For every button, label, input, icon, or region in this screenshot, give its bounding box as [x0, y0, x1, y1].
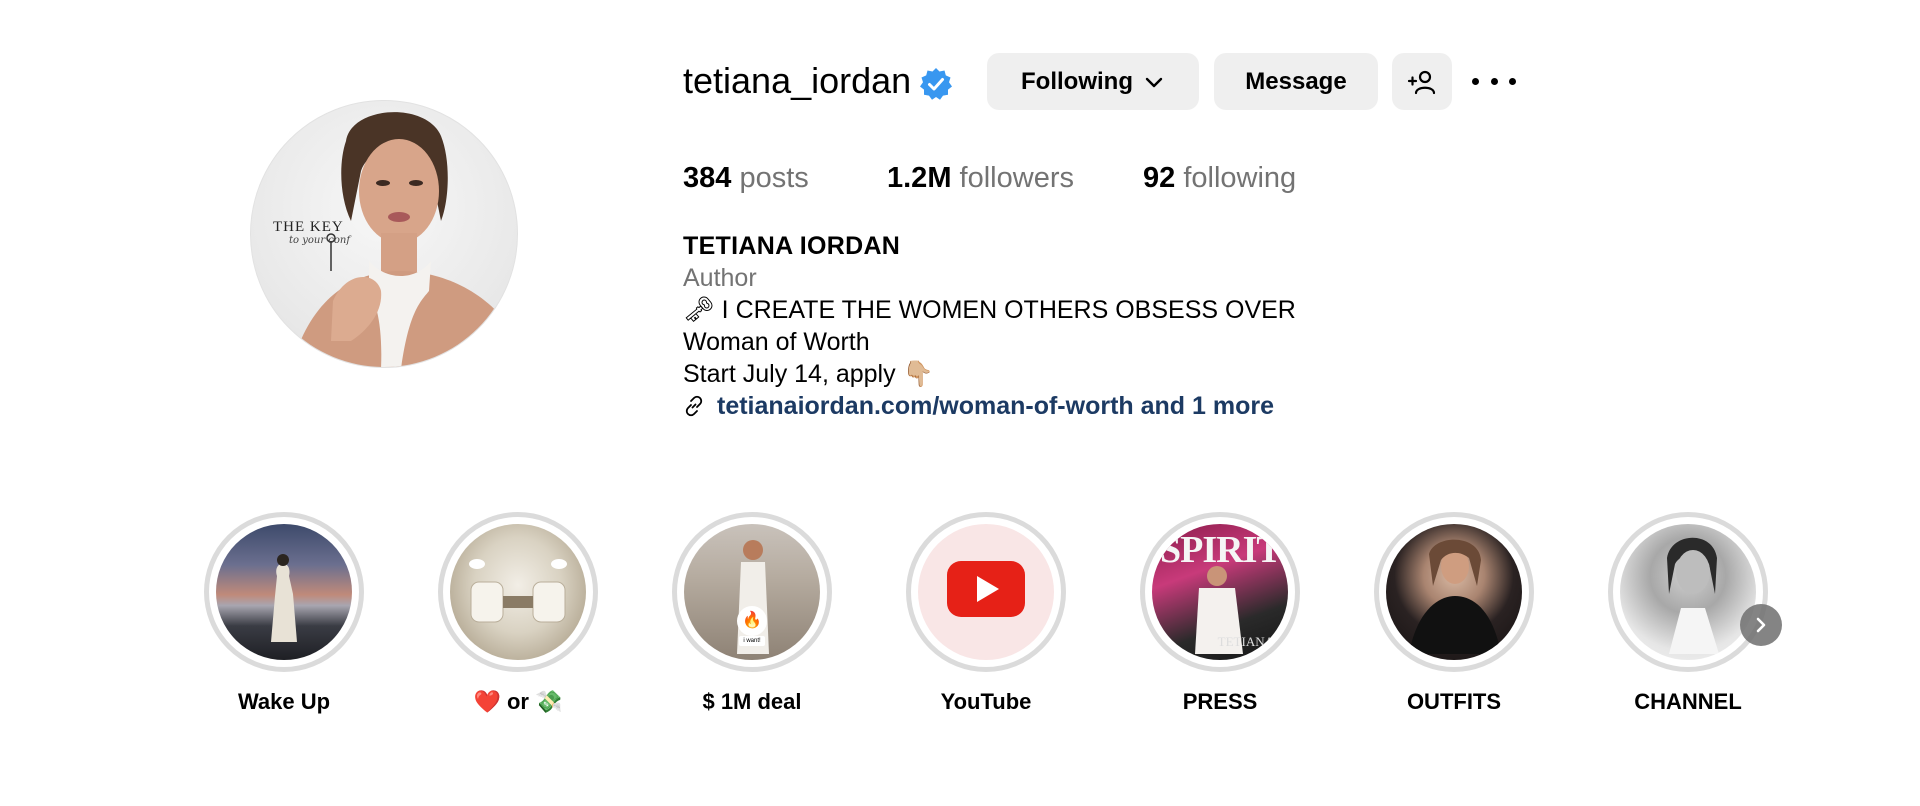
- highlight-cover-image: [216, 524, 352, 660]
- following-stat[interactable]: 92 following: [1143, 160, 1296, 196]
- bw-portrait-image: [1667, 537, 1719, 654]
- woman-in-black-image: [1409, 539, 1501, 654]
- highlight-cover-image: [918, 524, 1054, 660]
- more-dot: [1490, 77, 1498, 85]
- youtube-logo-icon: [947, 561, 1025, 617]
- add-person-icon: [1407, 70, 1436, 94]
- bio-line: Start July 14, apply 👇🏼: [683, 360, 934, 388]
- chevron-down-icon: [1145, 77, 1163, 87]
- profile-page: THE KEY to your conf tetiana_iordan Foll…: [0, 0, 1920, 806]
- highlight-label: OUTFITS: [1406, 689, 1502, 714]
- following-label: following: [1183, 162, 1297, 194]
- username: tetiana_iordan: [683, 60, 912, 101]
- link-icon: [685, 395, 703, 417]
- jet-interior-image: [469, 559, 567, 623]
- avatar-logo-subtext: to your conf: [289, 235, 351, 246]
- bio-link[interactable]: tetianaiordan.com/woman-of-worth and 1 m…: [683, 390, 1274, 422]
- highlight-ring: [438, 512, 598, 672]
- highlight-cover-image: [1620, 524, 1756, 660]
- profile-avatar[interactable]: THE KEY to your conf: [250, 100, 518, 368]
- profile-full-name: TETIANA IORDAN: [683, 232, 901, 260]
- magazine-title: SPIRIT: [1160, 529, 1282, 571]
- highlight-cover-image: [450, 524, 586, 660]
- posts-stat: 384 posts: [683, 160, 809, 196]
- highlight-ring: 🔥 i want!: [672, 512, 832, 672]
- highlight-ring: SPIRIT TETIANA: [1140, 512, 1300, 672]
- highlight-cover-image: SPIRIT TETIANA: [1152, 524, 1288, 660]
- followers-count: 1.2M: [887, 162, 952, 194]
- magazine-cover-name: TETIANA: [1217, 634, 1274, 649]
- following-count: 92: [1143, 162, 1176, 194]
- more-options-icon[interactable]: [1472, 66, 1516, 96]
- posts-label: posts: [739, 162, 809, 194]
- highlight-press[interactable]: SPIRIT TETIANA PRESS: [1140, 512, 1300, 716]
- highlight-ring: [1374, 512, 1534, 672]
- highlight-youtube[interactable]: YouTube: [906, 512, 1066, 716]
- highlight-ring: [906, 512, 1066, 672]
- sticker-tag: i want!: [739, 635, 765, 646]
- highlight-label: Wake Up: [237, 689, 331, 714]
- highlight-label: ❤️ or 💸: [473, 689, 563, 714]
- highlight-cover-image: 🔥 i want!: [684, 524, 820, 660]
- avatar-logo-text: THE KEY: [273, 219, 344, 235]
- followers-label: followers: [959, 162, 1074, 194]
- profile-category: Author: [683, 264, 757, 292]
- more-dot: [1472, 77, 1479, 85]
- highlight-label: $ 1M deal: [702, 689, 802, 714]
- more-dot: [1509, 77, 1516, 85]
- highlight-label: CHANNEL: [1634, 689, 1742, 714]
- suggest-accounts-button[interactable]: [1392, 53, 1452, 110]
- highlight-wake-up[interactable]: Wake Up: [204, 512, 364, 716]
- verified-badge-icon: [920, 68, 952, 100]
- highlights-next-button[interactable]: [1740, 604, 1782, 646]
- highlight-heart-or-money[interactable]: ❤️ or 💸: [438, 512, 598, 716]
- following-button-label: Following: [1021, 67, 1133, 95]
- highlight-label: PRESS: [1182, 689, 1258, 714]
- chevron-right-icon: [1756, 617, 1766, 633]
- highlight-outfits[interactable]: OUTFITS: [1374, 512, 1534, 716]
- following-button[interactable]: Following: [987, 53, 1199, 110]
- highlight-1m-deal[interactable]: 🔥 i want! $ 1M deal: [672, 512, 832, 716]
- highlight-label: YouTube: [940, 689, 1032, 714]
- message-button[interactable]: Message: [1214, 53, 1378, 110]
- bio-line: Woman of Worth: [683, 328, 870, 356]
- highlight-cover-image: [1386, 524, 1522, 660]
- highlight-ring: [204, 512, 364, 672]
- posts-count: 384: [683, 162, 732, 194]
- bio-link-text[interactable]: tetianaiordan.com/woman-of-worth and 1 m…: [717, 392, 1274, 421]
- followers-stat[interactable]: 1.2M followers: [887, 160, 1074, 196]
- bio-line: 🗝 I CREATE THE WOMEN OTHERS OBSESS OVER: [683, 296, 1296, 324]
- woman-silhouette-image: [271, 554, 297, 642]
- fire-icon: 🔥: [737, 605, 767, 636]
- highlight-ring: [1608, 512, 1768, 672]
